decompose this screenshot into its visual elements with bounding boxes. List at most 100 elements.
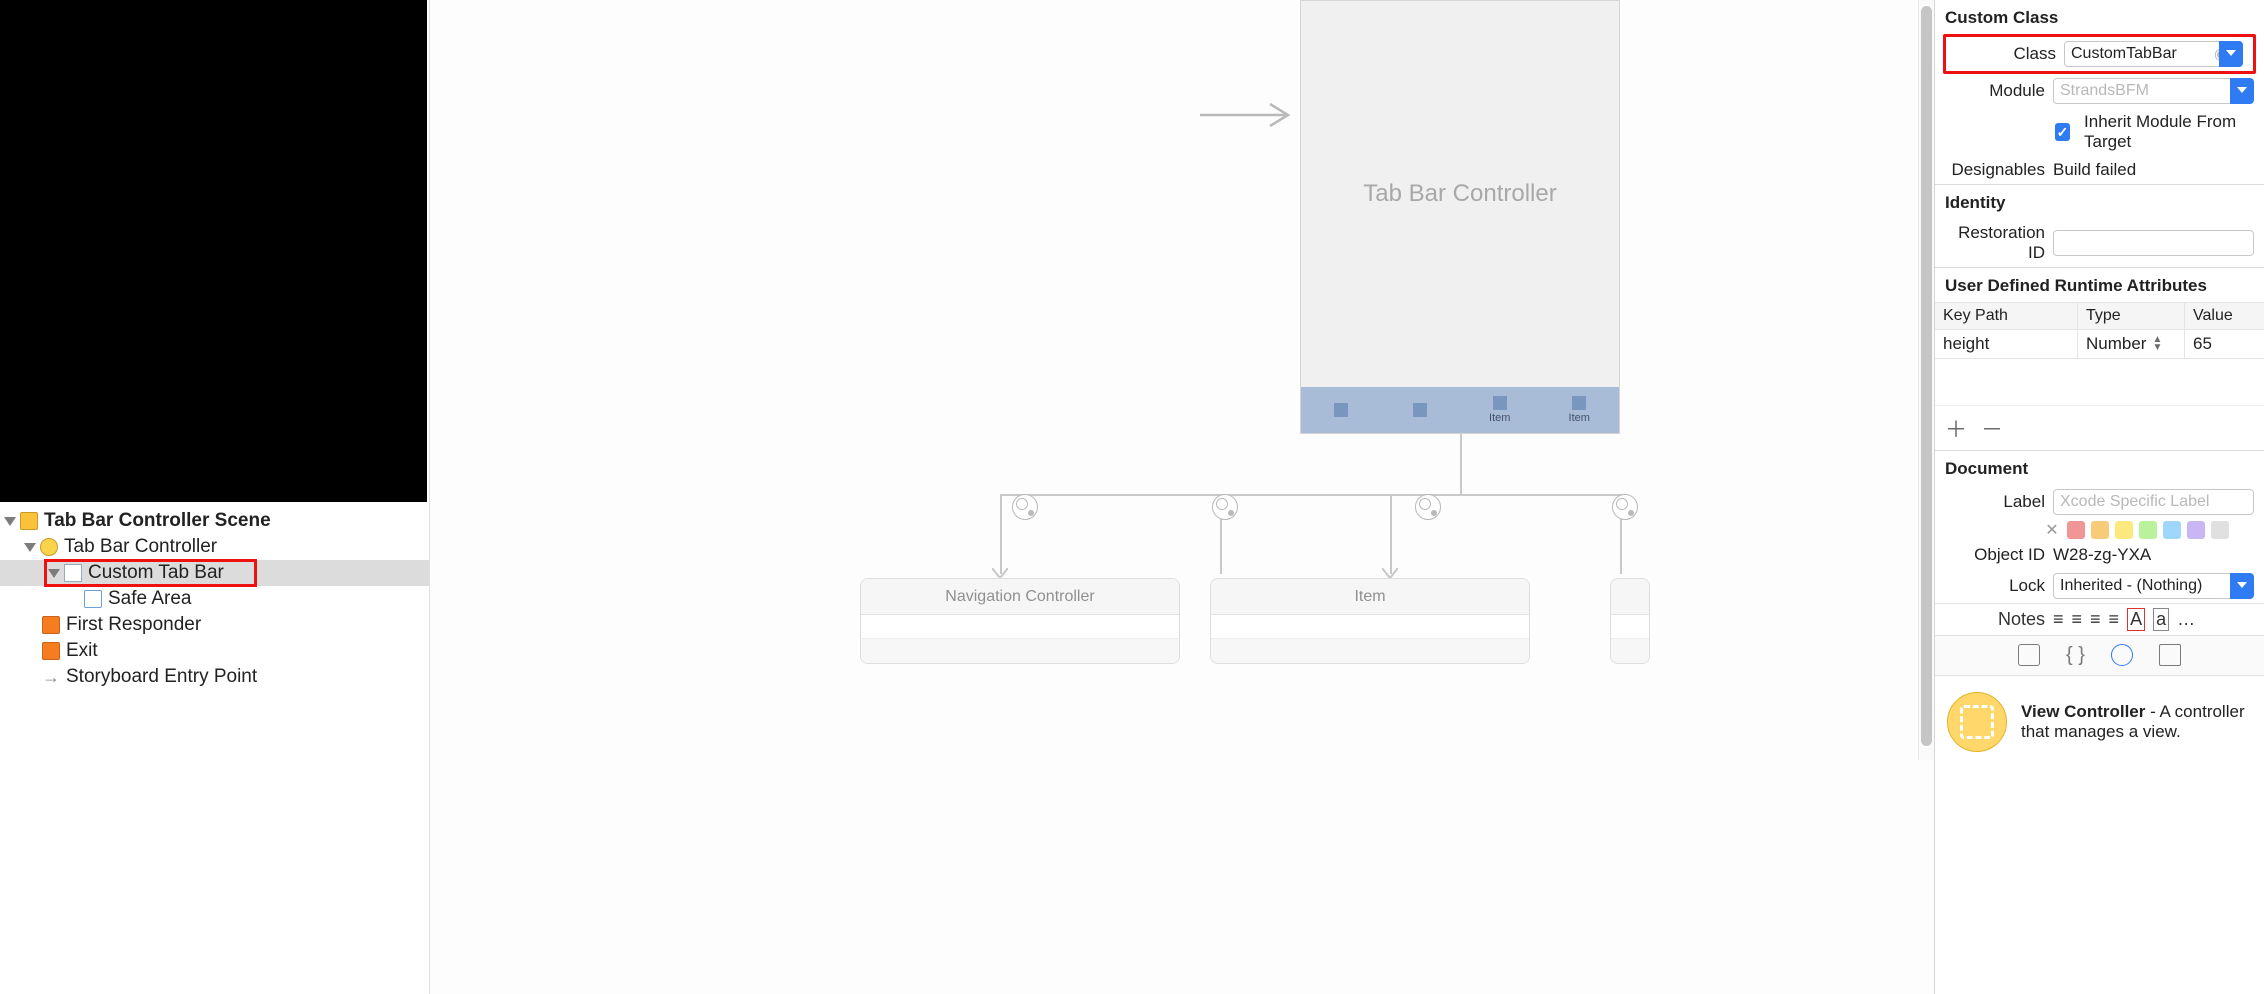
more-icon[interactable]: … xyxy=(2177,609,2195,630)
file-template-tab-icon[interactable] xyxy=(2018,644,2040,666)
segue-connector-icon[interactable] xyxy=(1415,494,1441,520)
outline-row[interactable]: → Storyboard Entry Point xyxy=(0,664,429,690)
child-scene-title: Item xyxy=(1354,588,1385,606)
child-scene-title: Navigation Controller xyxy=(945,588,1094,606)
identity-inspector: Custom Class Class CustomTabBar◉ Module … xyxy=(1934,0,2264,994)
square-icon xyxy=(1334,403,1348,417)
inherit-module-row: Inherit Module From Target xyxy=(1935,108,2264,156)
label: Restoration ID xyxy=(1945,223,2045,263)
child-scene-clip[interactable] xyxy=(1610,578,1650,664)
disclosure-triangle-icon[interactable] xyxy=(48,569,60,578)
library-item[interactable]: View Controller - A controller that mana… xyxy=(1935,676,2264,768)
add-button[interactable]: ＋ xyxy=(1945,412,1967,444)
font-a-icon[interactable]: a xyxy=(2153,608,2169,631)
class-field-row: Class CustomTabBar◉ xyxy=(1943,34,2256,74)
class-input[interactable]: CustomTabBar◉ xyxy=(2064,41,2235,67)
outline-row-selected[interactable]: Custom Tab Bar xyxy=(0,560,429,586)
scene-title: Tab Bar Controller xyxy=(1363,180,1556,208)
color-swatch[interactable] xyxy=(2139,521,2157,539)
label: Designables xyxy=(1945,160,2045,180)
align-left-icon[interactable]: ≡ xyxy=(2053,609,2064,630)
segue-line xyxy=(1390,494,1392,574)
outline-row-label: Safe Area xyxy=(108,588,191,610)
class-dropdown-button[interactable] xyxy=(2219,41,2243,67)
label: Label xyxy=(1945,492,2045,512)
disclosure-triangle-icon[interactable] xyxy=(24,543,36,552)
object-library-tab-icon[interactable] xyxy=(2111,644,2133,666)
code-snippet-tab-icon[interactable]: { } xyxy=(2066,644,2085,667)
tab-bar-controller-scene[interactable]: Tab Bar Controller Item Item xyxy=(1300,0,1620,434)
tab-bar[interactable]: Item Item xyxy=(1301,387,1619,433)
tabbar-icon xyxy=(64,564,82,582)
table-row[interactable]: height Number▲▼ 65 xyxy=(1935,330,2264,359)
segue-connector-icon[interactable] xyxy=(1212,494,1238,520)
stepper-icon[interactable]: ▲▼ xyxy=(2152,336,2162,352)
segue-connector-icon[interactable] xyxy=(1612,494,1638,520)
document-outline[interactable]: Tab Bar Controller Scene Tab Bar Control… xyxy=(0,502,429,994)
scrollbar-thumb[interactable] xyxy=(1921,6,1932,746)
child-scene[interactable]: Item xyxy=(1210,578,1530,664)
outline-scene-row[interactable]: Tab Bar Controller Scene xyxy=(0,508,429,534)
scene-icon xyxy=(20,512,38,530)
tab-item[interactable] xyxy=(1390,403,1450,417)
object-id-row: Object ID W28-zg-YXA xyxy=(1935,541,2264,569)
tab-item[interactable]: Item xyxy=(1470,396,1530,424)
outline-row[interactable]: Tab Bar Controller xyxy=(0,534,429,560)
entry-point-arrow-icon: → xyxy=(42,667,60,688)
color-swatch[interactable] xyxy=(2211,521,2229,539)
module-dropdown-button[interactable] xyxy=(2230,78,2254,104)
lock-dropdown-button[interactable] xyxy=(2230,573,2254,599)
safe-area-icon xyxy=(84,590,102,608)
scene-body: Tab Bar Controller xyxy=(1301,1,1619,387)
segue-connector-icon[interactable] xyxy=(1012,494,1038,520)
outline-row[interactable]: Safe Area xyxy=(0,586,429,612)
restoration-id-input[interactable] xyxy=(2053,230,2254,256)
module-input[interactable]: StrandsBFM xyxy=(2053,78,2246,104)
module-field-row: Module StrandsBFM xyxy=(1935,74,2264,108)
align-right-icon[interactable]: ≡ xyxy=(2090,609,2101,630)
type-cell[interactable]: Number▲▼ xyxy=(2078,330,2185,358)
tab-item[interactable] xyxy=(1311,403,1371,417)
label: Notes xyxy=(1945,609,2045,630)
outline-row[interactable]: Exit xyxy=(0,638,429,664)
section-header: Identity xyxy=(1935,185,2264,219)
clear-color-button[interactable]: ✕ xyxy=(2043,521,2061,539)
notes-toolbar: Notes ≡ ≡ ≡ ≡ A a … xyxy=(1935,603,2264,635)
outline-row-label: Custom Tab Bar xyxy=(88,562,224,584)
first-responder-icon xyxy=(42,616,60,634)
outline-row[interactable]: First Responder xyxy=(0,612,429,638)
media-library-tab-icon[interactable] xyxy=(2159,644,2181,666)
color-swatch[interactable] xyxy=(2187,521,2205,539)
segue-line xyxy=(1000,494,1002,574)
runtime-attributes-table[interactable]: Key Path Type Value height Number▲▼ 65 xyxy=(1935,302,2264,405)
viewcontroller-icon xyxy=(1947,692,2007,752)
inherit-module-checkbox[interactable] xyxy=(2055,123,2070,141)
label-input[interactable]: Xcode Specific Label xyxy=(2053,489,2254,515)
square-icon xyxy=(1413,403,1427,417)
storyboard-canvas[interactable]: Tab Bar Controller Item Item Navigation … xyxy=(430,0,1934,994)
vertical-scrollbar[interactable] xyxy=(1918,0,1934,760)
tab-item[interactable]: Item xyxy=(1549,396,1609,424)
lock-select[interactable]: Inherited - (Nothing) xyxy=(2053,573,2246,599)
restoration-id-row: Restoration ID xyxy=(1935,219,2264,267)
left-panel: Tab Bar Controller Scene Tab Bar Control… xyxy=(0,0,430,994)
square-icon xyxy=(1572,396,1586,410)
value-cell[interactable]: 65 xyxy=(2185,330,2264,358)
remove-button[interactable]: － xyxy=(1981,412,2003,444)
color-swatch[interactable] xyxy=(2163,521,2181,539)
designables-row: Designables Build failed xyxy=(1935,156,2264,184)
keypath-cell[interactable]: height xyxy=(1935,330,2078,358)
child-scene[interactable]: Navigation Controller xyxy=(860,578,1180,664)
color-swatch[interactable] xyxy=(2091,521,2109,539)
align-justify-icon[interactable]: ≡ xyxy=(2109,609,2120,630)
align-center-icon[interactable]: ≡ xyxy=(2072,609,2083,630)
library-tabstrip: { } xyxy=(1935,635,2264,676)
color-a-icon[interactable]: A xyxy=(2127,608,2145,631)
color-swatch[interactable] xyxy=(2115,521,2133,539)
label-color-swatches: ✕ xyxy=(2043,519,2264,541)
label: Object ID xyxy=(1945,545,2045,565)
color-swatch[interactable] xyxy=(2067,521,2085,539)
disclosure-triangle-icon[interactable] xyxy=(4,517,16,526)
table-header: Type xyxy=(2078,303,2185,329)
label: Lock xyxy=(1945,576,2045,596)
